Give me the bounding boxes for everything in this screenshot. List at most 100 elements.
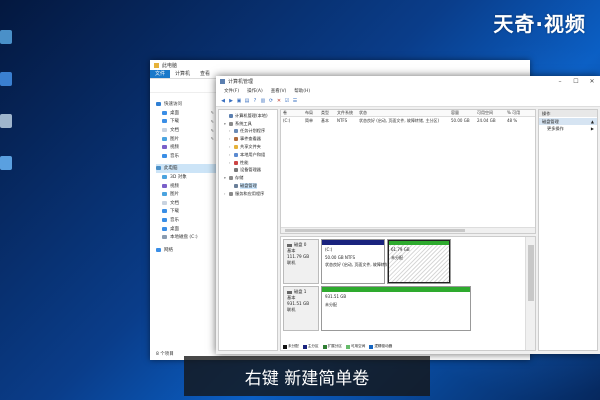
computer-icon[interactable]: [0, 30, 12, 44]
partition[interactable]: 61.79 GB 未分配: [387, 239, 451, 284]
nav-item[interactable]: 此电脑: [156, 164, 220, 173]
desktop-icon: [162, 226, 167, 231]
legend-label: 主分区: [307, 344, 319, 348]
expand-toggle-icon[interactable]: ›: [229, 153, 232, 157]
tree-item[interactable]: ▾ 系统工具: [221, 120, 277, 128]
tab-computer[interactable]: 计算机: [170, 70, 195, 78]
partition[interactable]: 931.51 GB 未分配: [321, 286, 471, 331]
column-header[interactable]: 可用空间: [475, 110, 505, 116]
up-folder-icon[interactable]: ▣: [236, 98, 242, 104]
disk-label[interactable]: 磁盘 1 基本 931.51 GB 联机: [283, 286, 319, 331]
actions-more-label: 更多操作: [547, 126, 564, 131]
horizontal-scrollbar[interactable]: [281, 227, 535, 233]
scroll-thumb[interactable]: [285, 229, 465, 232]
refresh-icon[interactable]: ⟳: [268, 98, 274, 104]
tree-item[interactable]: ▾ 存储: [221, 174, 277, 182]
cm-title-bar[interactable]: 计算机管理 – ☐ ✕: [216, 76, 600, 87]
network-icon[interactable]: [0, 72, 12, 86]
nav-item[interactable]: 本地磁盘 (C:): [156, 233, 220, 242]
nav-item[interactable]: 图片: [156, 190, 220, 199]
table-row[interactable]: (C:) 简单 基本 NTFS 状态良好 (启动, 页面文件, 故障转储, 主分区) 50…: [281, 117, 535, 124]
expand-toggle-icon[interactable]: ›: [229, 137, 232, 141]
partition[interactable]: (C:) 50.00 GB NTFS 状态良好 (启动, 页面文件, 故障转储, 主…: [321, 239, 405, 284]
control-panel-icon[interactable]: [0, 156, 12, 170]
nav-item[interactable]: 下载: [156, 207, 220, 216]
expand-toggle-icon[interactable]: ▾: [224, 176, 227, 180]
minimize-icon[interactable]: –: [552, 76, 568, 87]
column-header[interactable]: 容量: [449, 110, 475, 116]
tab-file[interactable]: 文件: [150, 70, 171, 78]
nav-item[interactable]: 图片 ✎: [156, 134, 220, 143]
recycle-bin-icon[interactable]: [0, 114, 12, 128]
legend-label: 未分配: [288, 344, 299, 348]
expand-toggle-icon[interactable]: ›: [229, 129, 232, 133]
check-icon[interactable]: ☑: [284, 98, 290, 104]
column-header[interactable]: 文件系统: [335, 110, 357, 116]
menu-view[interactable]: 查看(V): [267, 87, 291, 96]
tree-item[interactable]: › 任务计划程序: [221, 128, 277, 136]
tree-item[interactable]: › 共享文件夹: [221, 143, 277, 151]
explorer-title-bar[interactable]: 此电脑: [150, 60, 530, 70]
nav-item[interactable]: 桌面 ✎: [156, 109, 220, 118]
tree-item[interactable]: 设备管理器: [221, 167, 277, 175]
partition-status: 未分配: [391, 254, 403, 260]
actions-disk-management[interactable]: 磁盘管理 ▲: [539, 118, 597, 125]
column-header[interactable]: 卷: [281, 110, 303, 116]
tree-item-label: 事件查看器: [240, 136, 261, 142]
delete-icon[interactable]: ✕: [276, 98, 282, 104]
nav-item[interactable]: 网络: [156, 246, 220, 255]
nav-item[interactable]: 快速访问: [156, 100, 220, 109]
nav-item[interactable]: 音乐: [156, 216, 220, 225]
expand-toggle-icon[interactable]: ›: [229, 161, 232, 165]
tree-item[interactable]: › 事件查看器: [221, 135, 277, 143]
actions-more[interactable]: 更多操作 ▶: [539, 125, 597, 132]
menu-help[interactable]: 帮助(H): [290, 87, 314, 96]
help-icon[interactable]: ?: [252, 98, 258, 104]
show-hide-tree-icon[interactable]: ▥: [260, 98, 266, 104]
services-icon: [229, 191, 233, 196]
back-arrow-icon[interactable]: ◀: [220, 98, 226, 104]
menu-file[interactable]: 文件(F): [220, 87, 243, 96]
forward-arrow-icon[interactable]: ▶: [228, 98, 234, 104]
tree-item[interactable]: 磁盘管理: [221, 182, 277, 190]
nav-item[interactable]: 视频: [156, 143, 220, 152]
tree-item-label: 性能: [240, 159, 249, 165]
legend-swatch: [369, 344, 374, 349]
computer-manage-icon: [220, 79, 225, 84]
column-header[interactable]: 状态: [357, 110, 449, 116]
cm-toolbar: ◀ ▶ ▣ ▤ ? ▥ ⟳ ✕ ☑ ☰: [216, 96, 600, 107]
disk-label[interactable]: 磁盘 0 基本 111.79 GB 联机: [283, 239, 319, 284]
legend-item: 逻辑驱动器: [369, 344, 392, 349]
music-icon: [162, 218, 167, 223]
column-header[interactable]: % 可用: [505, 110, 527, 116]
nav-item[interactable]: 桌面: [156, 224, 220, 233]
tab-view[interactable]: 查看: [195, 70, 215, 78]
column-header[interactable]: 布局: [303, 110, 319, 116]
menu-action[interactable]: 操作(A): [243, 87, 267, 96]
nav-item[interactable]: 下载 ✎: [156, 117, 220, 126]
expand-toggle-icon[interactable]: ▾: [224, 122, 227, 126]
close-icon[interactable]: ✕: [584, 76, 600, 87]
volume-list-body: (C:) 简单 基本 NTFS 状态良好 (启动, 页面文件, 故障转储, 主分区) 50…: [281, 117, 535, 124]
column-header[interactable]: 类型: [319, 110, 335, 116]
nav-item[interactable]: 3D 对象: [156, 173, 220, 182]
tree-item[interactable]: › 本地用户和组: [221, 151, 277, 159]
nav-item[interactable]: 视频: [156, 181, 220, 190]
nav-item[interactable]: 音乐: [156, 152, 220, 161]
tree-item[interactable]: › 性能: [221, 159, 277, 167]
list-icon[interactable]: ☰: [292, 98, 298, 104]
properties-icon[interactable]: ▤: [244, 98, 250, 104]
nav-item[interactable]: 文档 ✎: [156, 126, 220, 135]
music-icon: [162, 153, 167, 158]
clock-icon: [234, 129, 238, 134]
maximize-icon[interactable]: ☐: [568, 76, 584, 87]
scroll-thumb[interactable]: [528, 245, 534, 301]
vertical-scrollbar[interactable]: [525, 237, 535, 350]
computer-management-window[interactable]: 计算机管理 – ☐ ✕ 文件(F) 操作(A) 查看(V) 帮助(H) ◀ ▶ …: [216, 76, 600, 354]
expand-toggle-icon[interactable]: ›: [224, 192, 227, 196]
tree-item[interactable]: › 服务和应用程序: [221, 190, 277, 198]
expand-toggle-icon[interactable]: ›: [229, 145, 232, 149]
tree-item[interactable]: 计算机管理(本地): [221, 112, 277, 120]
nav-item[interactable]: 文档: [156, 199, 220, 208]
legend-item: 扩展分区: [322, 344, 342, 349]
